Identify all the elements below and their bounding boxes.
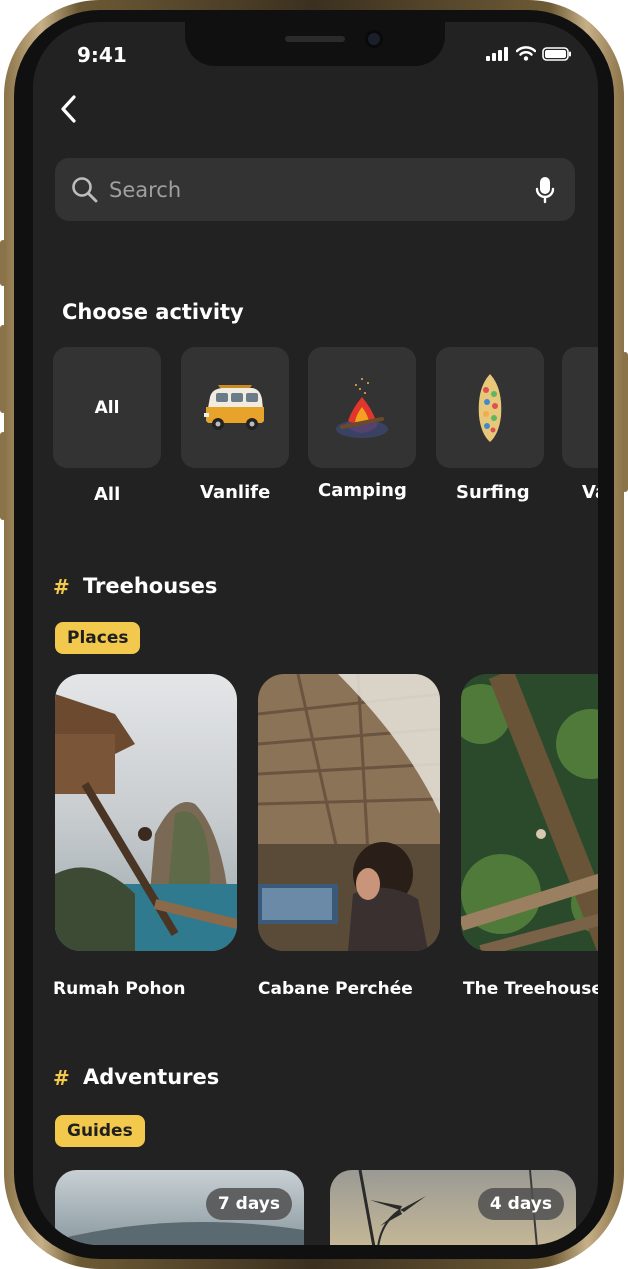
- place-image-cabane-perchee: [258, 674, 440, 951]
- side-button-right: [622, 352, 628, 492]
- front-camera: [365, 30, 383, 48]
- side-button-left-2: [0, 325, 6, 413]
- place-image-rumah-pohon: [55, 674, 237, 951]
- place-name-cabane-perchee: Cabane Perchée: [258, 979, 413, 999]
- guide-card-2[interactable]: 4 days: [330, 1170, 576, 1245]
- battery-icon: [542, 47, 571, 61]
- activity-tile-all[interactable]: All: [53, 347, 161, 468]
- activity-tile-surfing[interactable]: [436, 347, 544, 468]
- notch: [185, 22, 445, 66]
- wifi-icon: [516, 46, 536, 61]
- back-icon[interactable]: [55, 94, 85, 124]
- activity-label-partial: Va: [582, 482, 598, 503]
- adventures-hash: #: [53, 1066, 70, 1090]
- status-icons: [486, 46, 572, 61]
- search-icon: [72, 177, 98, 203]
- guide-card-1[interactable]: 7 days: [55, 1170, 304, 1245]
- activity-tile-all-text: All: [94, 397, 120, 418]
- duration-badge-2: 4 days: [477, 1188, 564, 1220]
- side-button-left-1: [0, 240, 6, 286]
- app-screen: 9:41 Choose: [33, 22, 598, 1245]
- surfboard-icon: [478, 373, 502, 442]
- search-input[interactable]: [109, 158, 509, 221]
- speaker: [285, 36, 345, 42]
- place-card-the-treehouse[interactable]: [461, 674, 598, 951]
- cellular-signal-icon: [486, 47, 508, 61]
- place-name-rumah-pohon: Rumah Pohon: [53, 979, 186, 999]
- microphone-icon[interactable]: [535, 176, 555, 204]
- search-bar[interactable]: [55, 158, 575, 221]
- activity-label-camping: Camping: [318, 480, 407, 501]
- guides-tag[interactable]: Guides: [55, 1115, 145, 1147]
- campfire-icon: [336, 377, 388, 438]
- side-button-left-3: [0, 432, 6, 520]
- campervan-icon: [204, 384, 264, 430]
- place-card-rumah-pohon[interactable]: [55, 674, 237, 951]
- place-name-the-treehouse: The Treehouse: [463, 979, 598, 999]
- place-image-the-treehouse: [461, 674, 598, 951]
- activity-tile-vanlife[interactable]: [181, 347, 289, 468]
- activity-label-surfing: Surfing: [456, 482, 530, 503]
- adventures-title: Adventures: [83, 1065, 220, 1089]
- activity-tile-camping[interactable]: [308, 347, 416, 468]
- choose-activity-title: Choose activity: [62, 300, 244, 324]
- activity-label-all: All: [94, 484, 121, 505]
- activity-tile-partial[interactable]: [562, 347, 598, 468]
- place-card-cabane-perchee[interactable]: [258, 674, 440, 951]
- places-tag[interactable]: Places: [55, 622, 141, 654]
- status-time: 9:41: [77, 43, 127, 67]
- duration-badge-1: 7 days: [205, 1188, 292, 1220]
- treehouses-title: Treehouses: [83, 574, 218, 598]
- treehouses-hash: #: [53, 575, 70, 599]
- activity-label-vanlife: Vanlife: [200, 482, 271, 503]
